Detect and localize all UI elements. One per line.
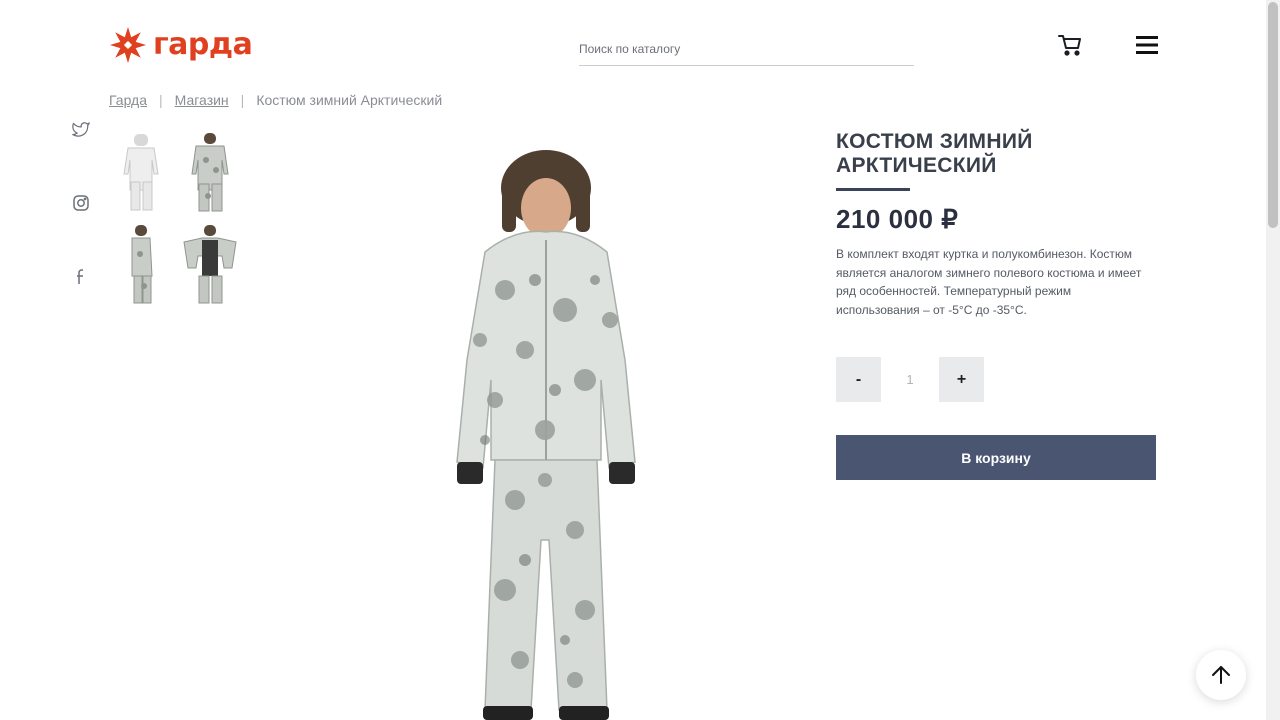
cart-icon: [1058, 35, 1081, 56]
facebook-icon: [77, 269, 83, 284]
product-photo-winter-suit: [456, 150, 636, 720]
social-link-facebook[interactable]: [70, 266, 92, 288]
breadcrumb-link-shop[interactable]: Магазин: [175, 92, 229, 108]
search-box: [579, 32, 914, 66]
breadcrumb-current: Костюм зимний Арктический: [256, 92, 443, 108]
social-link-twitter[interactable]: [70, 118, 92, 140]
product-thumbnail-image: [191, 133, 229, 212]
quantity-decrease-button[interactable]: -: [836, 357, 881, 402]
product-price: 210 000 ₽: [836, 204, 959, 234]
breadcrumb-separator: |: [159, 92, 163, 108]
quantity-input[interactable]: [881, 357, 939, 402]
title-divider: [836, 188, 910, 191]
product-main-image: [425, 140, 675, 720]
social-link-instagram[interactable]: [70, 192, 92, 214]
hamburger-menu-icon: [1136, 36, 1158, 54]
product-thumbnail-white-suit[interactable]: [110, 130, 174, 214]
product-title: Костюм зимний Арктический: [836, 130, 1033, 177]
add-to-cart-button[interactable]: В корзину: [836, 435, 1156, 480]
breadcrumb-separator: |: [240, 92, 245, 108]
twitter-icon: [72, 122, 90, 137]
quantity-stepper: - +: [836, 357, 984, 402]
product-thumbnail-open-jacket[interactable]: [178, 222, 242, 306]
quantity-increase-button[interactable]: +: [939, 357, 984, 402]
menu-button[interactable]: [1136, 36, 1158, 54]
site-logo[interactable]: гарда: [109, 26, 253, 64]
product-thumbnail-camo-front[interactable]: [178, 130, 242, 214]
logo-text: гарда: [153, 27, 253, 62]
logo-star-icon: [109, 26, 147, 64]
product-thumbnail-image: [183, 225, 237, 304]
product-thumbnail-image: [131, 225, 153, 304]
scrollbar-thumb[interactable]: [1268, 2, 1278, 228]
product-description: В комплект входят куртка и полукомбинезо…: [836, 247, 1142, 317]
instagram-icon: [73, 195, 89, 211]
product-thumbnail-image: [123, 134, 159, 211]
breadcrumb: Гарда | Магазин | Костюм зимний Арктичес…: [109, 92, 442, 108]
back-to-top-button[interactable]: [1196, 650, 1246, 700]
product-thumbnail-camo-side[interactable]: [110, 222, 174, 306]
search-input[interactable]: [579, 32, 914, 65]
arrow-up-icon: [1212, 666, 1230, 684]
cart-button[interactable]: [1058, 34, 1082, 56]
breadcrumb-link-home[interactable]: Гарда: [109, 92, 147, 108]
